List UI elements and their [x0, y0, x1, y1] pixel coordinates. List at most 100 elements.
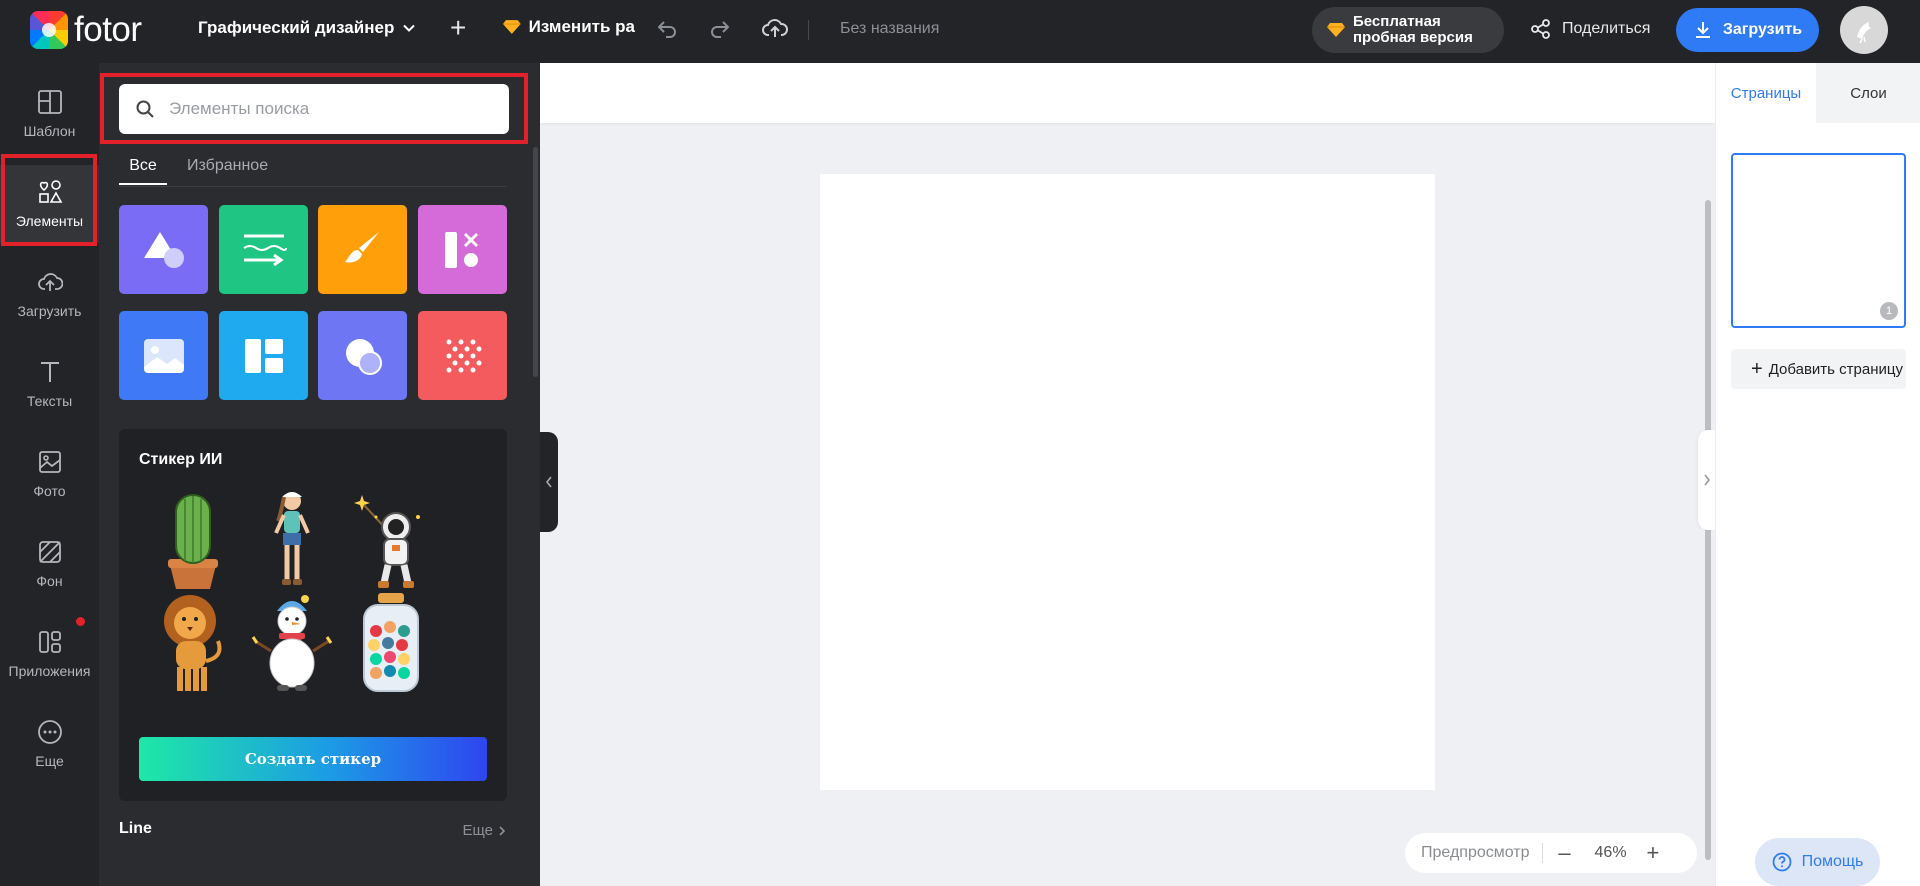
- icons-category-icon: [444, 231, 478, 268]
- rail-label-background: Фон: [36, 573, 63, 589]
- shapes-icon: [143, 231, 184, 268]
- create-sticker-button[interactable]: Создать стикер: [139, 737, 487, 781]
- doc-type-label: Графический дизайнер: [198, 18, 395, 37]
- panel-scrollbar[interactable]: [533, 147, 538, 377]
- line-more-link[interactable]: Еще: [462, 822, 507, 839]
- user-avatar[interactable]: [1840, 6, 1888, 54]
- sticker-astronaut[interactable]: [339, 487, 443, 591]
- rail-label-upload: Загрузить: [17, 303, 82, 319]
- rail-label-apps: Приложения: [8, 663, 91, 679]
- category-icons[interactable]: [418, 205, 507, 294]
- snowman-icon: [251, 595, 333, 691]
- right-panel-toggle[interactable]: [1698, 430, 1715, 530]
- search-input[interactable]: Элементы поиска: [169, 99, 309, 119]
- category-illustrations[interactable]: [318, 205, 407, 294]
- trial-text: Бесплатная пробная версия: [1353, 14, 1473, 46]
- zoom-level[interactable]: 46%: [1595, 844, 1627, 862]
- cloud-save-icon[interactable]: [762, 16, 788, 40]
- page-thumbnail[interactable]: 1: [1731, 153, 1906, 328]
- astronaut-icon: [354, 495, 420, 588]
- preview-button[interactable]: Предпросмотр: [1421, 844, 1530, 862]
- chevron-right-icon: [499, 825, 506, 836]
- redo-icon[interactable]: [708, 16, 732, 40]
- share-icon: [1531, 19, 1550, 39]
- tab-favorites[interactable]: Избранное: [187, 157, 268, 183]
- add-page-button[interactable]: + Добавить страницу: [1731, 349, 1906, 389]
- zoom-divider: [1541, 843, 1543, 863]
- document-title[interactable]: Без названия: [840, 20, 939, 38]
- chevron-left-icon: [545, 476, 552, 488]
- candy-jar-icon: [363, 593, 419, 692]
- rail-item-text[interactable]: Тексты: [0, 345, 99, 423]
- rail-item-template[interactable]: Шаблон: [0, 75, 99, 153]
- category-lines[interactable]: [219, 205, 308, 294]
- share-button[interactable]: Поделиться: [1530, 18, 1650, 40]
- ai-sticker-card: Стикер ИИ Создать стикер: [119, 429, 507, 801]
- rail-label-text: Тексты: [26, 393, 73, 409]
- rail-item-background[interactable]: Фон: [0, 525, 99, 603]
- free-trial-button[interactable]: Бесплатная пробная версия: [1312, 7, 1504, 53]
- tab-all[interactable]: Все: [119, 157, 167, 185]
- tab-layers[interactable]: Слои: [1816, 63, 1920, 123]
- add-icon[interactable]: +: [450, 13, 466, 43]
- tab-pages[interactable]: Страницы: [1716, 63, 1816, 123]
- resize-label: Изменить ра: [528, 17, 635, 36]
- download-button[interactable]: Загрузить: [1676, 8, 1819, 52]
- zoom-in-icon[interactable]: +: [1647, 840, 1660, 866]
- help-label: Помощь: [1801, 853, 1864, 870]
- rail-item-elements[interactable]: Элементы: [0, 165, 99, 243]
- help-button[interactable]: Помощь: [1755, 838, 1880, 886]
- rail-item-more[interactable]: Еще: [0, 705, 99, 783]
- more-link-label: Еще: [462, 822, 493, 839]
- apps-icon: [38, 631, 61, 653]
- rail-item-photo[interactable]: Фото: [0, 435, 99, 513]
- notification-dot: [76, 617, 85, 626]
- search-icon: [136, 100, 154, 118]
- fotor-logo-icon: [30, 11, 68, 49]
- photo-icon: [38, 451, 61, 473]
- search-box[interactable]: Элементы поиска: [119, 84, 509, 134]
- diamond-icon: [503, 20, 521, 34]
- text-icon: [40, 362, 59, 382]
- design-artboard[interactable]: [820, 174, 1435, 790]
- category-frames[interactable]: [119, 311, 208, 400]
- category-shapes[interactable]: [119, 205, 208, 294]
- category-patterns[interactable]: [418, 311, 507, 400]
- toolbar-divider: [808, 20, 809, 40]
- grid-icon: [244, 338, 283, 373]
- rail-label-template: Шаблон: [23, 123, 76, 139]
- doc-type-dropdown[interactable]: Графический дизайнер: [198, 18, 416, 38]
- category-grids[interactable]: [219, 311, 308, 400]
- plus-icon: +: [1751, 358, 1763, 380]
- upload-icon: [37, 273, 63, 291]
- elements-icon: [38, 180, 62, 203]
- sticker-candy-jar[interactable]: [339, 591, 443, 695]
- sticker-girl[interactable]: [240, 487, 344, 591]
- zoom-out-icon[interactable]: –: [1555, 840, 1575, 866]
- ai-sticker-title: Стикер ИИ: [139, 451, 223, 468]
- share-label: Поделиться: [1562, 20, 1651, 37]
- resize-button[interactable]: Изменить ра: [503, 17, 635, 37]
- category-stickers[interactable]: [318, 311, 407, 400]
- rail-item-upload[interactable]: Загрузить: [0, 255, 99, 333]
- sticker-lion[interactable]: [141, 591, 245, 695]
- help-icon: [1772, 852, 1791, 872]
- sticker-snowman[interactable]: [240, 591, 344, 695]
- rail-item-apps[interactable]: Приложения: [0, 615, 99, 693]
- rail-label-more: Еще: [35, 753, 64, 769]
- pages-panel: Страницы Слои 1 + Добавить страницу: [1715, 63, 1920, 886]
- collapse-panel-toggle[interactable]: [540, 432, 558, 532]
- trial-line-2: пробная версия: [1353, 29, 1473, 46]
- undo-icon[interactable]: [655, 16, 679, 40]
- rail-label-elements: Элементы: [15, 213, 84, 229]
- pattern-icon: [446, 339, 481, 372]
- left-rail: Шаблон Элементы Загрузить Тексты Фото Фо…: [0, 63, 99, 886]
- download-label: Загрузить: [1722, 21, 1803, 38]
- fotor-logo[interactable]: fotor: [30, 11, 142, 49]
- background-icon: [38, 541, 61, 563]
- image-frame-icon: [143, 338, 184, 373]
- top-bar: fotor Графический дизайнер + Изменить ра…: [0, 0, 1920, 63]
- sticker-cactus[interactable]: [141, 487, 245, 591]
- canvas-scrollbar[interactable]: [1705, 200, 1711, 860]
- girl-icon: [274, 492, 310, 585]
